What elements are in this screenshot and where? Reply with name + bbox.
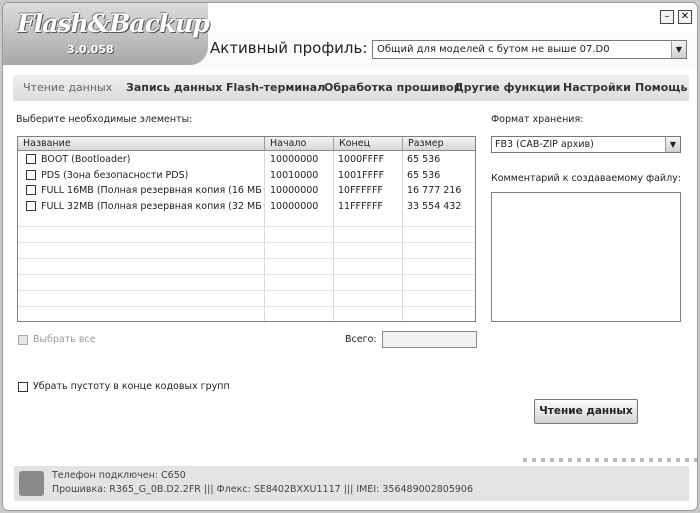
status-firmware-info: Прошивка: R365_G_0B.D2.2FR ||| Флекс: SE… bbox=[52, 484, 474, 495]
profile-dropdown[interactable]: Общий для моделей с бутом не выше 07.D0 … bbox=[372, 40, 687, 59]
row-checkbox[interactable] bbox=[26, 169, 36, 180]
chevron-down-icon[interactable]: ▼ bbox=[665, 137, 680, 152]
cell-end: 1001FFFF bbox=[338, 169, 385, 181]
tab-other-functions[interactable]: Другие функции bbox=[454, 75, 560, 101]
row-checkbox[interactable] bbox=[26, 154, 36, 164]
main-tabs: Чтение данных Запись данных Flash-термин… bbox=[13, 75, 689, 101]
app-logo: Flash&Backup 3.0.058 bbox=[3, 3, 210, 65]
phone-icon bbox=[19, 471, 44, 496]
elements-label: Выберите необходимые элементы: bbox=[16, 114, 193, 125]
cell-start: 10000000 bbox=[270, 185, 319, 196]
app-version: 3.0.058 bbox=[67, 43, 114, 56]
table-row[interactable]: BOOT (Bootloader) 10000000 1000FFFF 65 5… bbox=[18, 152, 475, 168]
table-row-empty bbox=[18, 275, 475, 291]
tab-flash-terminal[interactable]: Flash-терминал bbox=[226, 75, 325, 101]
format-dropdown-value: FB3 (CAB-ZIP архив) bbox=[495, 139, 594, 150]
status-phone-connected: Телефон подключен: C650 bbox=[52, 470, 186, 481]
chevron-down-icon[interactable]: ▼ bbox=[671, 41, 686, 58]
table-header: Название Начало Конец Размер bbox=[18, 137, 475, 151]
close-button[interactable]: ✕ bbox=[678, 10, 692, 24]
tab-settings[interactable]: Настройки bbox=[563, 75, 631, 101]
trim-empty-label: Убрать пустоту в конце кодовых групп bbox=[33, 381, 230, 392]
select-all-label: Выбрать все bbox=[33, 334, 96, 345]
cell-size: 33 554 432 bbox=[407, 200, 462, 212]
cell-name: FULL 16MB (Полная резервная копия (16 МБ… bbox=[41, 185, 261, 196]
table-row[interactable]: PDS (Зона безопасности PDS) 10010000 100… bbox=[18, 168, 475, 184]
elements-table[interactable]: Название Начало Конец Размер BOOT (Bootl… bbox=[17, 136, 476, 322]
format-label: Формат хранения: bbox=[491, 114, 584, 125]
table-row-empty bbox=[18, 214, 475, 227]
row-checkbox[interactable] bbox=[26, 200, 36, 211]
minimize-button[interactable]: – bbox=[660, 10, 674, 24]
tab-read-data[interactable]: Чтение данных bbox=[23, 75, 112, 101]
cell-name: PDS (Зона безопасности PDS) bbox=[41, 169, 189, 181]
column-header-start[interactable]: Начало bbox=[265, 137, 334, 151]
logo-text: Flash&Backup bbox=[17, 9, 210, 38]
profile-label: Активный профиль: bbox=[210, 39, 368, 57]
tab-help[interactable]: Помощь bbox=[635, 75, 687, 101]
app-window: Flash&Backup 3.0.058 – ✕ Активный профил… bbox=[2, 2, 698, 511]
tab-write-data[interactable]: Запись данных bbox=[126, 75, 222, 101]
status-bar: Телефон подключен: C650 Прошивка: R365_G… bbox=[14, 466, 689, 501]
comment-label: Комментарий к создаваемому файлу: bbox=[491, 173, 681, 184]
total-field bbox=[382, 331, 477, 348]
cell-name: BOOT (Bootloader) bbox=[41, 154, 131, 165]
cell-name: FULL 32MB (Полная резервная копия (32 МБ… bbox=[41, 200, 261, 212]
header: Flash&Backup 3.0.058 – ✕ Активный профил… bbox=[3, 3, 697, 69]
cell-size: 16 777 216 bbox=[407, 185, 462, 196]
tab-firmware-processing[interactable]: Обработка прошивок bbox=[324, 75, 461, 101]
column-header-size[interactable]: Размер bbox=[403, 137, 475, 151]
cell-end: 11FFFFFF bbox=[338, 200, 383, 212]
table-row-empty bbox=[18, 291, 475, 307]
profile-dropdown-value: Общий для моделей с бутом не выше 07.D0 bbox=[377, 44, 610, 55]
comment-textarea[interactable] bbox=[491, 192, 681, 322]
table-body: BOOT (Bootloader) 10000000 1000FFFF 65 5… bbox=[18, 152, 475, 321]
total-label: Всего: bbox=[345, 334, 377, 345]
table-row[interactable]: FULL 16MB (Полная резервная копия (16 МБ… bbox=[18, 183, 475, 199]
table-row[interactable]: FULL 32MB (Полная резервная копия (32 МБ… bbox=[18, 199, 475, 215]
cell-start: 10010000 bbox=[270, 169, 319, 181]
cell-start: 10000000 bbox=[270, 200, 319, 212]
row-checkbox[interactable] bbox=[26, 185, 36, 195]
column-header-name[interactable]: Название bbox=[18, 137, 265, 151]
trim-empty-checkbox[interactable] bbox=[18, 382, 28, 392]
read-data-button[interactable]: Чтение данных bbox=[534, 399, 638, 424]
cell-start: 10000000 bbox=[270, 154, 319, 165]
cell-end: 10FFFFFF bbox=[338, 185, 383, 196]
select-all-checkbox[interactable] bbox=[18, 335, 28, 345]
table-row-empty bbox=[18, 243, 475, 259]
format-dropdown[interactable]: FB3 (CAB-ZIP архив) ▼ bbox=[491, 136, 681, 153]
cell-size: 65 536 bbox=[407, 169, 441, 181]
table-row-empty bbox=[18, 259, 475, 275]
cell-end: 1000FFFF bbox=[338, 154, 385, 165]
cell-size: 65 536 bbox=[407, 154, 441, 165]
column-header-end[interactable]: Конец bbox=[334, 137, 403, 151]
table-row-empty bbox=[18, 227, 475, 243]
table-row-empty bbox=[18, 307, 475, 321]
divider bbox=[523, 458, 697, 462]
